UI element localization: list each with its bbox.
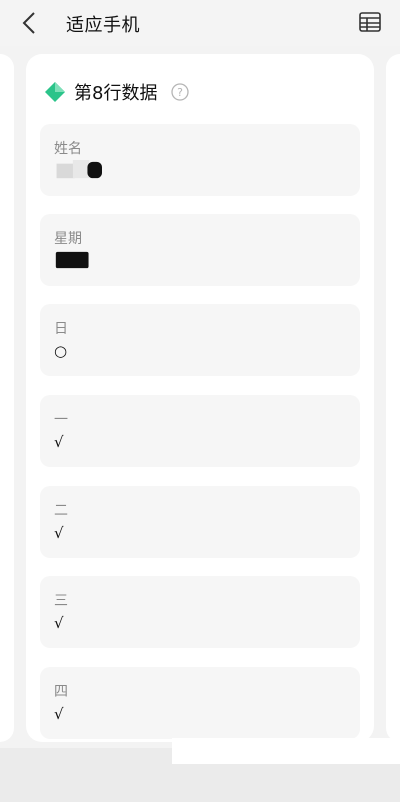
field-value: √ <box>54 524 64 542</box>
field-value: ○ <box>54 342 68 360</box>
field-wed[interactable]: 三 √ <box>40 576 360 648</box>
field-label: 四 <box>54 684 68 700</box>
divider <box>114 467 280 487</box>
field-thu[interactable]: 四 √ <box>40 667 360 739</box>
next-card-edge[interactable] <box>386 54 400 742</box>
previous-card-edge[interactable] <box>0 54 14 742</box>
divider <box>114 376 280 396</box>
page-title: 适应手机 <box>66 15 140 36</box>
field-label: 二 <box>54 503 68 519</box>
field-value: √ <box>54 614 64 632</box>
field-weekday[interactable]: 星期 <box>40 214 360 286</box>
field-value: √ <box>54 433 64 451</box>
card-title: 第8行数据 <box>74 83 158 104</box>
field-label: 星期 <box>54 231 82 247</box>
help-icon[interactable]: ? <box>171 83 190 101</box>
field-label: 一 <box>54 412 68 428</box>
redacted-value <box>55 251 89 269</box>
redacted-value <box>56 160 102 179</box>
top-bar: 适应手机 <box>0 0 400 46</box>
card-header: 第8行数据 ? <box>44 80 190 104</box>
field-tue[interactable]: 二 √ <box>40 486 360 558</box>
bottom-overlay <box>172 738 400 764</box>
field-value: √ <box>54 705 64 723</box>
table-icon[interactable] <box>358 10 382 34</box>
diamond-icon <box>45 82 65 102</box>
row-data-card: 第8行数据 ? 姓名 星期 日 ○ 一 √ 二 √ 三 √ 四 √ <box>26 54 374 742</box>
field-label: 三 <box>54 593 68 609</box>
field-name[interactable]: 姓名 <box>40 124 360 196</box>
svg-text:?: ? <box>178 86 184 99</box>
field-sun[interactable]: 日 ○ <box>40 304 360 376</box>
field-mon[interactable]: 一 √ <box>40 395 360 467</box>
chevron-left-icon[interactable] <box>16 9 44 37</box>
field-label: 日 <box>54 321 68 337</box>
field-label: 姓名 <box>54 141 82 157</box>
